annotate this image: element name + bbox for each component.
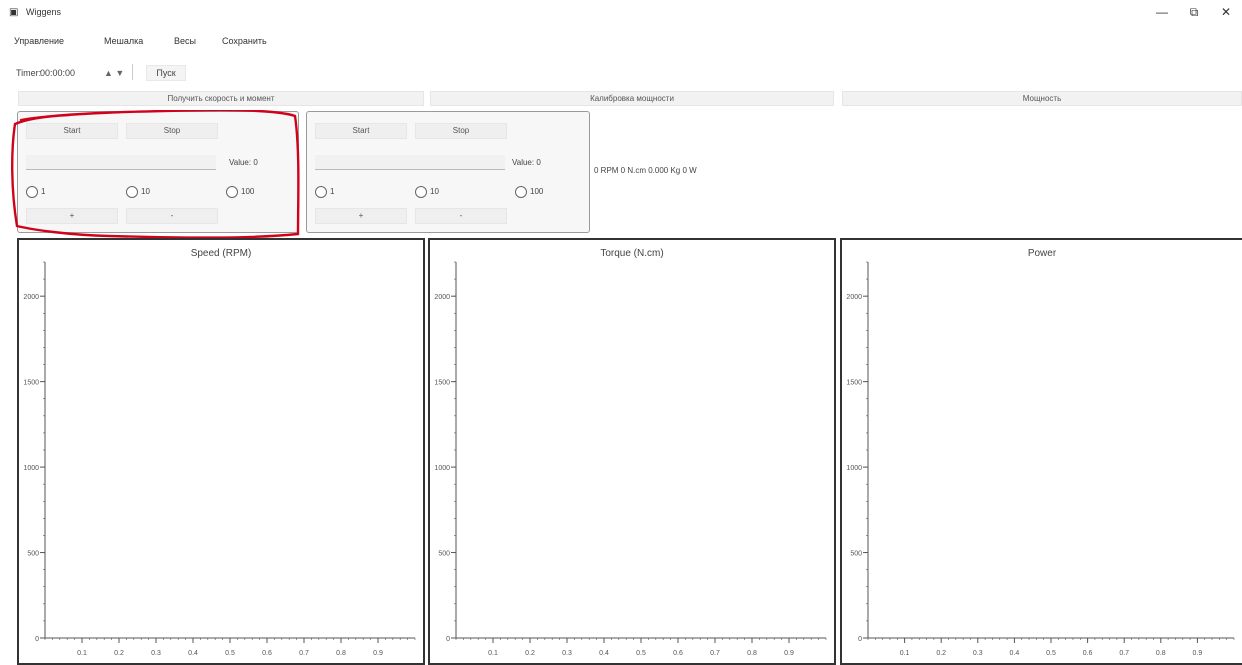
x-tick-label: 0.1 <box>488 650 498 657</box>
y-tick-label: 500 <box>850 551 862 558</box>
divider <box>132 64 133 80</box>
x-tick-label: 0.2 <box>936 650 946 657</box>
y-tick-label: 1000 <box>434 465 450 472</box>
x-tick-label: 0.7 <box>1119 650 1129 657</box>
x-tick-label: 0.7 <box>299 650 309 657</box>
torque-chart-panel: Torque (N.cm) 0 500 1000 1500 2000 0.1 0.2 0.3 0… <box>428 238 836 665</box>
value-slider[interactable] <box>315 155 505 170</box>
power-chart-panel: Power 0 500 1000 1500 2000 0.1 0.2 0.3 0.4 0.5 0.6… <box>840 238 1242 665</box>
x-tick-label: 0.6 <box>673 650 683 657</box>
x-tick-label: 0.8 <box>747 650 757 657</box>
radio-step-10[interactable] <box>415 186 427 198</box>
tab-power[interactable]: Мощность <box>842 91 1242 106</box>
x-tick-label: 0.9 <box>1193 650 1203 657</box>
y-tick-label: 500 <box>27 551 39 558</box>
window-title: Wiggens <box>26 7 62 17</box>
x-tick-label: 0.2 <box>525 650 535 657</box>
y-tick-label: 1500 <box>434 380 450 387</box>
value-label: Value: 0 <box>512 158 541 167</box>
menu-item-save[interactable]: Сохранить <box>222 36 267 46</box>
y-tick-label: 0 <box>858 636 862 643</box>
torque-chart: 0 500 1000 1500 2000 0.1 0.2 0.3 0.4 0.5 0.6 0.7 0.8… <box>434 261 827 657</box>
radio-label: 100 <box>530 187 544 196</box>
timer-start-button[interactable]: Пуск <box>146 65 186 81</box>
x-tick-label: 0.3 <box>151 650 161 657</box>
x-tick-label: 0.5 <box>225 650 235 657</box>
x-tick-label: 0.3 <box>973 650 983 657</box>
y-tick-label: 500 <box>438 551 450 558</box>
measurement-readout: 0 RPM 0 N.cm 0.000 Kg 0 W <box>594 166 697 175</box>
radio-label: 10 <box>430 187 439 196</box>
restore-button[interactable]: ⧉ <box>1184 5 1204 21</box>
app-icon: ▣ <box>9 7 19 18</box>
start-button[interactable]: Start <box>315 123 407 139</box>
radio-label: 1 <box>330 187 335 196</box>
x-tick-label: 0.9 <box>784 650 794 657</box>
title-bar: ▣ Wiggens — ⧉ ✕ <box>0 0 1242 24</box>
x-tick-label: 0.9 <box>373 650 383 657</box>
timer-input[interactable]: 00:00:00 <box>40 68 75 78</box>
radio-step-100[interactable] <box>515 186 527 198</box>
x-tick-label: 0.5 <box>1046 650 1056 657</box>
tab-speed-torque[interactable]: Получить скорость и момент <box>18 91 424 106</box>
x-tick-label: 0.3 <box>562 650 572 657</box>
decrement-button[interactable]: - <box>415 208 507 224</box>
x-tick-label: 0.1 <box>77 650 87 657</box>
close-button[interactable]: ✕ <box>1216 5 1236 21</box>
menu-item-control[interactable]: Управление <box>14 36 64 46</box>
x-tick-label: 0.4 <box>1010 650 1020 657</box>
minimize-button[interactable]: — <box>1152 5 1172 21</box>
menu-item-mixer[interactable]: Мешалка <box>104 36 143 46</box>
y-tick-label: 2000 <box>434 294 450 301</box>
y-tick-label: 1500 <box>846 380 862 387</box>
tab-power-calibration[interactable]: Калибровка мощности <box>430 91 834 106</box>
x-tick-label: 0.4 <box>599 650 609 657</box>
increment-button[interactable]: + <box>315 208 407 224</box>
y-tick-label: 1500 <box>23 380 39 387</box>
y-tick-label: 1000 <box>846 465 862 472</box>
stop-button[interactable]: Stop <box>415 123 507 139</box>
timer-spin-icon[interactable]: ▲ ▼ <box>104 68 124 78</box>
x-tick-label: 0.2 <box>114 650 124 657</box>
power-chart: 0 500 1000 1500 2000 0.1 0.2 0.3 0.4 0.5 0.6 0.7 0.8… <box>846 261 1235 657</box>
menu-item-scales[interactable]: Весы <box>174 36 196 46</box>
x-tick-label: 0.1 <box>900 650 910 657</box>
speed-chart-panel: Speed (RPM) 0 500 1000 1500 2000 0.1 0.2 0.3 0.4… <box>17 238 425 665</box>
x-tick-label: 0.7 <box>710 650 720 657</box>
speed-control-group-2: Start Stop Value: 0 1 10 100 + - <box>306 111 590 233</box>
radio-step-1[interactable] <box>315 186 327 198</box>
x-tick-label: 0.6 <box>1083 650 1093 657</box>
x-tick-label: 0.4 <box>188 650 198 657</box>
y-tick-label: 2000 <box>23 294 39 301</box>
x-tick-label: 0.6 <box>262 650 272 657</box>
x-tick-label: 0.8 <box>1156 650 1166 657</box>
y-tick-label: 2000 <box>846 294 862 301</box>
y-tick-label: 1000 <box>23 465 39 472</box>
y-tick-label: 0 <box>446 636 450 643</box>
x-tick-label: 0.8 <box>336 650 346 657</box>
x-tick-label: 0.5 <box>636 650 646 657</box>
y-tick-label: 0 <box>35 636 39 643</box>
annotation-highlight <box>11 110 300 239</box>
timer-label: Timer: <box>16 68 42 78</box>
speed-chart: 0 500 1000 1500 2000 0.1 0.2 0.3 0.4 0.5 0.6 0.7 0.8… <box>23 261 416 657</box>
